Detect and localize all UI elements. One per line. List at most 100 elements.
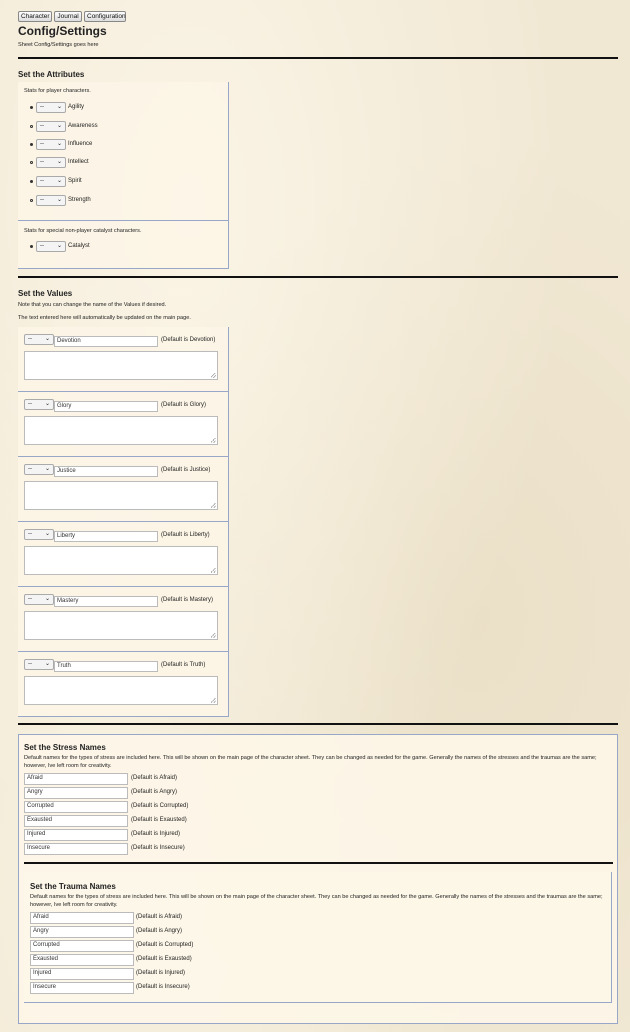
value-default-label: (Default is Justice) [161,467,211,473]
values-note-2: The text entered here will automatically… [18,315,191,321]
value-description-textarea[interactable] [24,611,218,640]
trauma-name-input[interactable]: Corrupted [30,940,134,952]
tab-character[interactable]: Character [18,11,52,22]
trauma-name-input[interactable]: Insecure [30,982,134,994]
resize-handle-icon[interactable] [211,568,216,573]
chevron-down-icon: ⌄ [56,159,62,165]
stress-default-label: (Default is Corrupted) [131,803,189,809]
trauma-name-input[interactable]: Angry [30,926,134,938]
value-name-input[interactable]: Justice [54,466,158,477]
stress-name-input[interactable]: Insecure [24,843,128,855]
value-default-label: (Default is Truth) [161,662,206,668]
attribute-select[interactable]: -- ⌄ [36,195,66,206]
bullet-icon [30,180,33,183]
stress-name-input[interactable]: Angry [24,787,128,799]
value-select[interactable]: -- ⌄ [24,399,54,410]
trauma-default-label: (Default is Afraid) [136,914,183,920]
attribute-select[interactable]: -- ⌄ [36,176,66,187]
tab-journal[interactable]: Journal [54,11,82,22]
stress-name-input[interactable]: Injured [24,829,128,841]
chevron-down-icon: ⌄ [56,243,62,249]
page-title: Config/Settings [18,24,107,38]
bullet-icon [30,199,33,202]
stress-description: Default names for the types of stress ar… [24,755,597,769]
trauma-default-label: (Default is Injured) [136,970,186,976]
value-description-textarea[interactable] [24,481,218,510]
chevron-down-icon: ⌄ [44,401,50,407]
trauma-name-input[interactable]: Injured [30,968,134,980]
value-select[interactable]: -- ⌄ [24,464,54,475]
value-select[interactable]: -- ⌄ [24,659,54,670]
stress-default-label: (Default is Angry) [131,789,178,795]
value-default-label: (Default is Liberty) [161,532,210,538]
attribute-label: Strength [68,197,91,203]
trauma-name-input[interactable]: Afraid [30,912,134,924]
attribute-label: Agility [68,104,85,110]
select-value: -- [40,159,44,165]
bullet-icon [30,106,33,109]
stress-name-input[interactable]: Afraid [24,773,128,785]
chevron-down-icon: ⌄ [44,596,50,602]
catalyst-select[interactable]: -- ⌄ [36,241,66,252]
value-description-textarea[interactable] [24,546,218,575]
select-value: -- [40,123,44,129]
chevron-down-icon: ⌄ [56,141,62,147]
select-value: -- [28,531,32,537]
chevron-down-icon: ⌄ [44,336,50,342]
divider [24,862,613,864]
trauma-name-input[interactable]: Exausted [30,954,134,966]
page-subtitle: Sheet Config/Settings goes here [18,42,99,48]
chevron-down-icon: ⌄ [56,197,62,203]
value-default-label: (Default is Devotion) [161,337,216,343]
select-value: -- [28,596,32,602]
value-select[interactable]: -- ⌄ [24,529,54,540]
select-value: -- [28,336,32,342]
resize-handle-icon[interactable] [211,633,216,638]
value-default-label: (Default is Mastery) [161,597,214,603]
select-value: -- [40,197,44,203]
attributes-heading: Set the Attributes [18,70,85,79]
divider [18,276,618,278]
divider [18,57,618,59]
attribute-select[interactable]: -- ⌄ [36,102,66,113]
stress-name-input[interactable]: Exausted [24,815,128,827]
attribute-label: Intellect [68,159,89,165]
value-name-input[interactable]: Mastery [54,596,158,607]
value-name-input[interactable]: Truth [54,661,158,672]
value-name-input[interactable]: Glory [54,401,158,412]
select-value: -- [40,178,44,184]
stress-default-label: (Default is Afraid) [131,775,178,781]
value-description-textarea[interactable] [24,676,218,705]
resize-handle-icon[interactable] [211,438,216,443]
divider [18,723,618,725]
npc-intro: Stats for special non-player catalyst ch… [24,228,142,234]
trauma-default-label: (Default is Corrupted) [136,942,194,948]
value-select[interactable]: -- ⌄ [24,594,54,605]
value-description-textarea[interactable] [24,351,218,380]
stress-name-input[interactable]: Corrupted [24,801,128,813]
chevron-down-icon: ⌄ [56,104,62,110]
trauma-default-label: (Default is Angry) [136,928,183,934]
bullet-icon [30,143,33,146]
trauma-heading: Set the Trauma Names [30,882,116,891]
chevron-down-icon: ⌄ [44,661,50,667]
value-select[interactable]: -- ⌄ [24,334,54,345]
select-value: -- [28,466,32,472]
attribute-select[interactable]: -- ⌄ [36,139,66,150]
value-name-input[interactable]: Devotion [54,336,158,347]
value-name-input[interactable]: Liberty [54,531,158,542]
select-value: -- [40,141,44,147]
resize-handle-icon[interactable] [211,373,216,378]
attributes-intro: Stats for player characters. [24,88,91,94]
chevron-down-icon: ⌄ [56,178,62,184]
trauma-description: Default names for the types of stress ar… [30,894,603,908]
attribute-select[interactable]: -- ⌄ [36,121,66,132]
resize-handle-icon[interactable] [211,503,216,508]
trauma-default-label: (Default is Exausted) [136,956,192,962]
tab-configuration[interactable]: Configuration [84,11,126,22]
trauma-default-label: (Default is Insecure) [136,984,190,990]
bullet-icon [30,125,33,128]
value-description-textarea[interactable] [24,416,218,445]
resize-handle-icon[interactable] [211,698,216,703]
attribute-select[interactable]: -- ⌄ [36,157,66,168]
